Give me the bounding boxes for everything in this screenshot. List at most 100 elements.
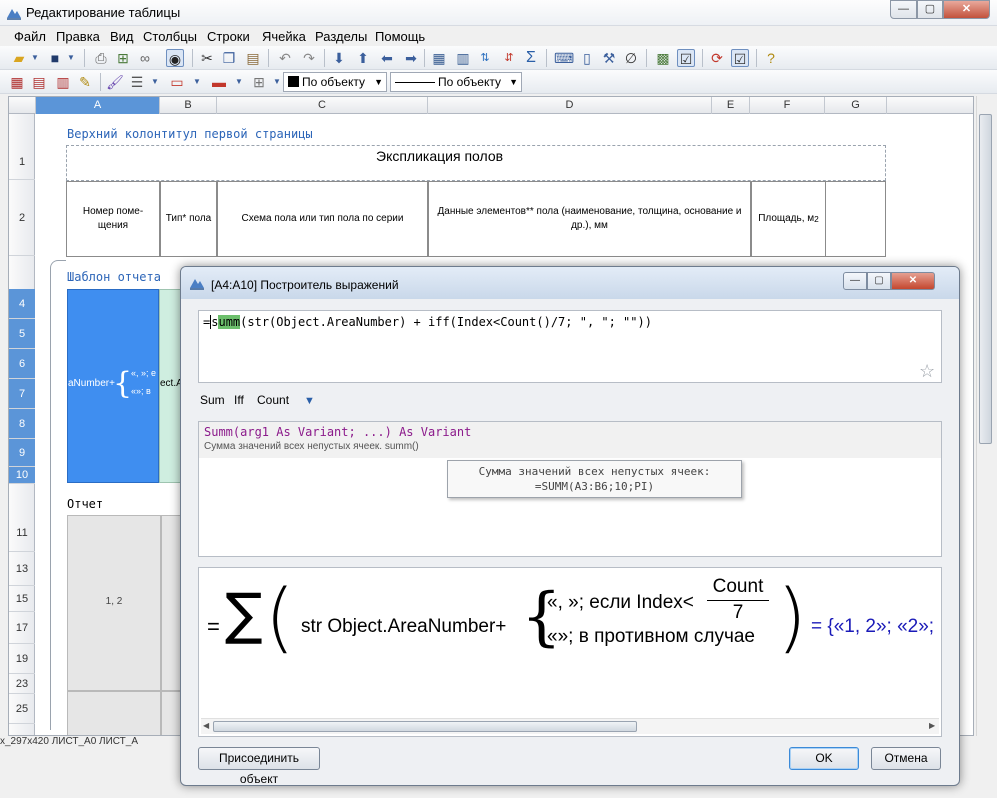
row-header-2[interactable]: 2 <box>9 180 35 256</box>
sum-icon[interactable]: Σ <box>522 49 540 67</box>
row-header-11[interactable]: 11 <box>9 514 35 552</box>
header-cell-floor-type[interactable]: Тип* пола <box>160 181 217 257</box>
checkbox-alt-icon[interactable]: ☑ <box>731 49 749 67</box>
function-iff[interactable]: Iff <box>234 393 244 407</box>
report-cell-a[interactable]: 1, 2 <box>67 515 161 691</box>
menu-view[interactable]: Вид <box>110 29 134 44</box>
report-cell-b[interactable] <box>161 515 181 691</box>
text-format-icon[interactable]: ☰ <box>128 73 146 91</box>
sort-az-icon[interactable]: ⇅ <box>476 49 494 67</box>
menu-edit[interactable]: Правка <box>56 29 100 44</box>
col-header-f[interactable]: F <box>750 97 825 114</box>
report-cell-a-next[interactable] <box>67 691 161 735</box>
fill-color-dropdown-icon[interactable]: ▼ <box>230 73 248 91</box>
maximize-button[interactable]: ▢ <box>917 0 943 19</box>
fill-color-icon[interactable]: ▬ <box>210 73 228 91</box>
calculator-icon[interactable]: ▩ <box>654 49 672 67</box>
header-cell-empty[interactable] <box>826 181 886 257</box>
row-header-8[interactable]: 8 <box>9 409 35 439</box>
text-format-dropdown-icon[interactable]: ▼ <box>146 73 164 91</box>
menu-file[interactable]: Файл <box>14 29 46 44</box>
header-cell-room-number[interactable]: Номер поме-щения <box>66 181 160 257</box>
format-brush-icon[interactable]: 🖌 <box>106 73 124 91</box>
checkbox-icon[interactable]: ☑ <box>677 49 695 67</box>
move-left-icon[interactable]: ⬅ <box>378 49 396 67</box>
null-icon[interactable]: ∅ <box>622 49 640 67</box>
cut-icon[interactable]: ✂ <box>198 49 216 67</box>
line-style-select[interactable]: По объекту ▼ <box>390 72 522 92</box>
undo-icon[interactable]: ↶ <box>276 49 294 67</box>
template-cell-a4[interactable]: aNumber+ { «, »; е «»; в <box>67 289 159 483</box>
border-color-icon[interactable]: ▭ <box>168 73 186 91</box>
preview-scrollbar-thumb[interactable] <box>213 721 637 732</box>
refresh-icon[interactable]: ⟳ <box>708 49 726 67</box>
row-header-17[interactable]: 17 <box>9 612 35 644</box>
col-header-b[interactable]: B <box>160 97 217 114</box>
sort-za-icon[interactable]: ⇵ <box>500 49 518 67</box>
row-header-6[interactable]: 6 <box>9 349 35 379</box>
export-icon[interactable]: ⊞ <box>114 49 132 67</box>
move-up-icon[interactable]: ⬆ <box>354 49 372 67</box>
row-header-23[interactable]: 23 <box>9 674 35 694</box>
dialog-close-button[interactable]: ✕ <box>891 272 935 290</box>
save-dropdown-icon[interactable]: ▼ <box>62 49 80 67</box>
header-cell-area[interactable]: Площадь, м2 <box>751 181 826 257</box>
expression-input[interactable]: =summ(str(Object.AreaNumber) + iff(Index… <box>198 310 942 383</box>
sheet-tabs[interactable]: x_297x420 ЛИСТ_A0 ЛИСТ_A <box>0 736 180 750</box>
vertical-scrollbar-thumb[interactable] <box>979 114 992 444</box>
print-icon[interactable]: ⎙ <box>92 49 110 67</box>
preview-eye-icon[interactable]: ◉ <box>166 49 184 67</box>
header-cell-floor-scheme[interactable]: Схема пола или тип пола по серии <box>217 181 428 257</box>
col-header-g[interactable]: G <box>825 97 887 114</box>
menu-sections[interactable]: Разделы <box>315 29 367 44</box>
row-header-4[interactable]: 4 <box>9 289 35 319</box>
chevron-down-icon[interactable]: ▼ <box>304 395 315 407</box>
dialog-minimize-button[interactable]: — <box>843 272 867 290</box>
borders-icon[interactable]: ⊞ <box>250 73 268 91</box>
row-header-1[interactable]: 1 <box>9 144 35 180</box>
insert-row-icon[interactable]: ▤ <box>30 73 48 91</box>
open-dropdown-icon[interactable]: ▼ <box>26 49 44 67</box>
copy-icon[interactable]: ❐ <box>220 49 238 67</box>
paste-icon[interactable]: ▤ <box>244 49 262 67</box>
book-icon[interactable]: ▯ <box>578 49 596 67</box>
row-header-5[interactable]: 5 <box>9 319 35 349</box>
tools-icon[interactable]: ⚒ <box>600 49 618 67</box>
close-button[interactable]: ✕ <box>943 0 990 19</box>
template-cell-b4[interactable]: ect.A <box>159 289 181 483</box>
chart-icon[interactable]: ▦ <box>430 49 448 67</box>
col-header-e[interactable]: E <box>712 97 750 114</box>
col-header-a[interactable]: A <box>36 97 160 114</box>
insert-table-icon[interactable]: ▦ <box>8 73 26 91</box>
menu-rows[interactable]: Строки <box>207 29 250 44</box>
link-icon[interactable]: ∞ <box>136 49 154 67</box>
col-header-d[interactable]: D <box>428 97 712 114</box>
function-sum[interactable]: Sum <box>200 393 225 407</box>
redo-icon[interactable]: ↷ <box>300 49 318 67</box>
report-cell-b-next[interactable] <box>161 691 181 735</box>
grid-icon[interactable]: ▥ <box>454 49 472 67</box>
row-header-19[interactable]: 19 <box>9 644 35 674</box>
scroll-right-icon[interactable]: ▶ <box>929 721 935 730</box>
col-header-c[interactable]: C <box>217 97 428 114</box>
menu-columns[interactable]: Столбцы <box>143 29 197 44</box>
fill-select[interactable]: По объекту ▼ <box>283 72 387 92</box>
border-color-dropdown-icon[interactable]: ▼ <box>188 73 206 91</box>
star-icon[interactable]: ☆ <box>919 361 935 382</box>
header-cell-floor-elements[interactable]: Данные элементов** пола (наименование, т… <box>428 181 751 257</box>
row-header-15[interactable]: 15 <box>9 586 35 612</box>
row-header-13[interactable]: 13 <box>9 552 35 586</box>
menu-cell[interactable]: Ячейка <box>262 29 306 44</box>
vertical-scrollbar[interactable] <box>976 96 993 736</box>
row-header-25[interactable]: 25 <box>9 694 35 724</box>
cancel-button[interactable]: Отмена <box>871 747 941 770</box>
edit-cell-icon[interactable]: ✎ <box>76 73 94 91</box>
row-header-10[interactable]: 10 <box>9 467 35 484</box>
keyboard-icon[interactable]: ⌨ <box>554 49 574 67</box>
function-count[interactable]: Count <box>257 393 289 407</box>
insert-column-icon[interactable]: ▥ <box>54 73 72 91</box>
attach-object-button[interactable]: Присоединить объект <box>198 747 320 785</box>
help-icon[interactable]: ? <box>762 49 780 67</box>
row-header-9[interactable]: 9 <box>9 439 35 467</box>
move-down-icon[interactable]: ⬇ <box>330 49 348 67</box>
